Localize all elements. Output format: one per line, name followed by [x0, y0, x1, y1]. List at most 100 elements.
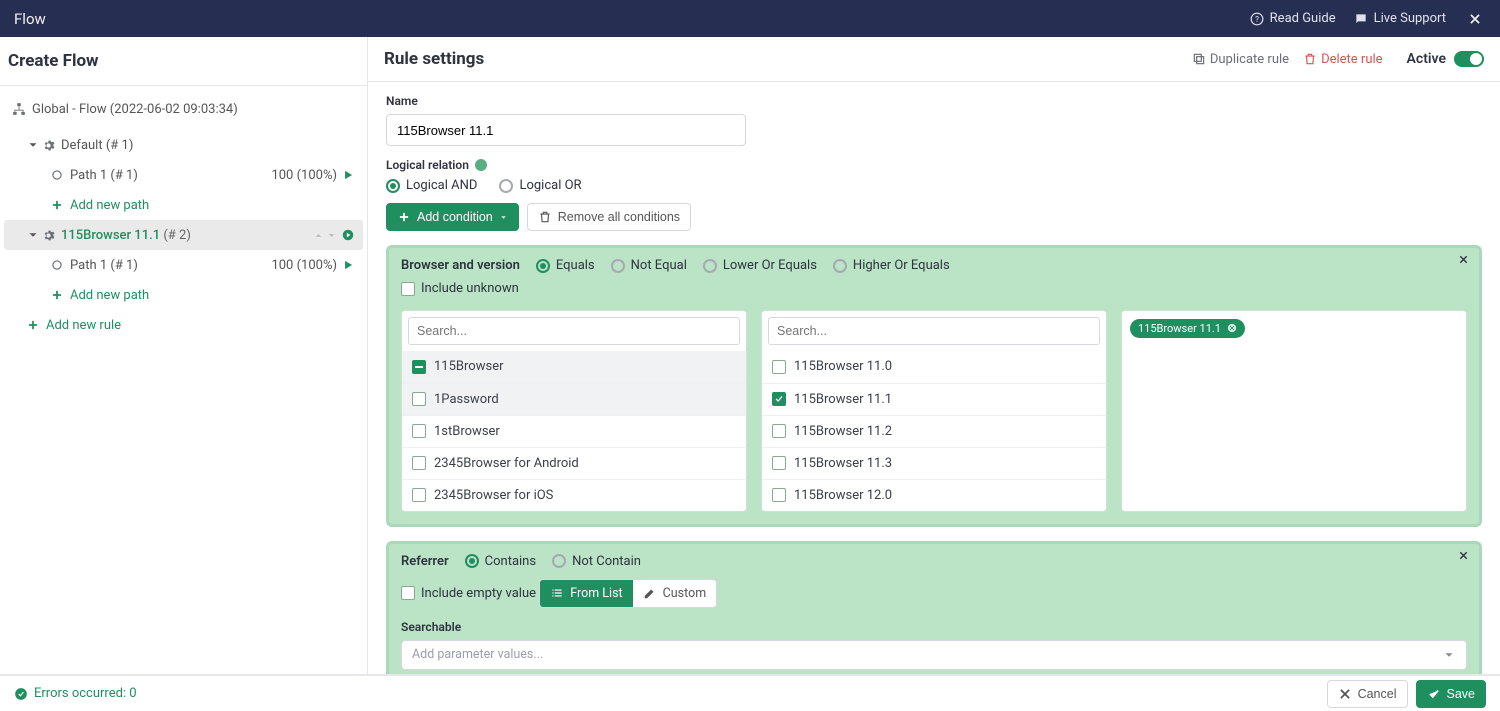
checkbox-icon [412, 488, 426, 502]
duplicate-rule-button[interactable]: Duplicate rule [1192, 52, 1289, 67]
plus-icon [50, 288, 64, 302]
save-button[interactable]: Save [1416, 680, 1487, 708]
list-item-label: 2345Browser for Android [434, 456, 579, 471]
condition-remove-button[interactable] [1458, 550, 1469, 565]
list-item-label: 115Browser [434, 359, 504, 374]
include-empty-checkbox[interactable]: Include empty value [401, 586, 536, 601]
custom-tab[interactable]: Custom [633, 580, 717, 607]
chat-icon [1354, 12, 1368, 26]
op-equals[interactable]: Equals [536, 258, 595, 273]
sidebar-path[interactable]: Path 1 (# 1) 100 (100%) [4, 250, 363, 280]
list-item-label: 115Browser 11.2 [794, 424, 892, 439]
parameter-values-dropdown[interactable]: Add parameter values... [401, 640, 1467, 670]
check-icon [1427, 687, 1441, 701]
sidebar-root[interactable]: Global - Flow (2022-06-02 09:03:34) [4, 94, 363, 124]
delete-rule-button[interactable]: Delete rule [1303, 52, 1382, 67]
include-unknown-checkbox[interactable]: Include unknown [401, 281, 519, 296]
list-item-label: 1stBrowser [434, 424, 500, 439]
cancel-label: Cancel [1358, 687, 1397, 701]
logic-or-radio[interactable]: Logical OR [499, 178, 581, 193]
list-item[interactable]: 2345Browser for iOS [402, 479, 746, 511]
radio-icon [465, 554, 479, 568]
logic-label: Logical relation [386, 158, 469, 172]
gear-icon[interactable] [42, 229, 55, 242]
plus-icon [50, 198, 64, 212]
search-input[interactable] [768, 317, 1100, 345]
op-not-equal[interactable]: Not Equal [611, 258, 687, 273]
add-condition-label: Add condition [417, 210, 493, 224]
search-input[interactable] [408, 317, 740, 345]
remove-all-label: Remove all conditions [558, 210, 680, 224]
sidebar: Create Flow Global - Flow (2022-06-02 09… [0, 37, 368, 674]
op-contains[interactable]: Contains [465, 554, 536, 569]
close-icon [1458, 254, 1469, 265]
list-item[interactable]: 115Browser 11.1 [762, 383, 1106, 415]
sidebar-add-path[interactable]: Add new path [4, 190, 363, 220]
list-item-label: 115Browser 11.0 [794, 359, 892, 374]
chip-remove-icon[interactable] [1227, 323, 1237, 333]
play-circle-icon[interactable] [341, 228, 355, 242]
list-item-label: 115Browser 11.3 [794, 456, 892, 471]
rule-name-input[interactable] [386, 114, 746, 146]
op-lower-equals[interactable]: Lower Or Equals [703, 258, 817, 273]
remove-all-button[interactable]: Remove all conditions [527, 203, 691, 231]
sidebar-add-rule[interactable]: Add new rule [4, 310, 363, 340]
read-guide-label: Read Guide [1270, 11, 1336, 26]
list-item[interactable]: 115Browser 11.0 [762, 351, 1106, 383]
checkbox-icon [412, 360, 426, 374]
sidebar-rule-selected[interactable]: 115Browser 11.1 (# 2) [4, 220, 363, 250]
radio-icon [703, 259, 717, 273]
radio-icon [611, 259, 625, 273]
active-label: Active [1407, 51, 1446, 67]
path-label: Path 1 (# 1) [70, 168, 138, 183]
list-item[interactable]: 1stBrowser [402, 415, 746, 447]
list-item[interactable]: 115Browser 12.0 [762, 479, 1106, 511]
errors-label: Errors occurred: 0 [34, 686, 137, 701]
topbar-title: Flow [14, 10, 46, 28]
play-icon[interactable] [341, 258, 355, 272]
list-icon [550, 586, 564, 600]
sidebar-path[interactable]: Path 1 (# 1) 100 (100%) [4, 160, 363, 190]
path-label: Path 1 (# 1) [70, 258, 138, 273]
op-not-contain[interactable]: Not Contain [552, 554, 641, 569]
chevron-down-icon [499, 213, 508, 222]
save-label: Save [1447, 687, 1476, 701]
chevron-down-icon [26, 138, 40, 152]
live-support-link[interactable]: Live Support [1354, 11, 1446, 26]
live-support-label: Live Support [1374, 11, 1446, 26]
sidebar-rule-default[interactable]: Default (# 1) [4, 130, 363, 160]
chip-label: 115Browser 11.1 [1138, 322, 1221, 335]
reorder-icons[interactable] [313, 230, 337, 241]
help-icon[interactable] [475, 159, 487, 171]
close-icon [1468, 12, 1482, 26]
condition-remove-button[interactable] [1458, 254, 1469, 269]
op-higher-equals[interactable]: Higher Or Equals [833, 258, 950, 273]
list-item[interactable]: 115Browser 11.2 [762, 415, 1106, 447]
sidebar-add-path[interactable]: Add new path [4, 280, 363, 310]
logic-and-radio[interactable]: Logical AND [386, 178, 477, 193]
list-item[interactable]: 2345Browser for Android [402, 447, 746, 479]
list-item[interactable]: 115Browser [402, 351, 746, 383]
from-list-tab[interactable]: From List [540, 580, 632, 607]
active-toggle[interactable] [1454, 51, 1484, 67]
browser-version-column: 115Browser 11.0 115Browser 11.1 115Browser… [761, 310, 1107, 512]
checkbox-icon [401, 586, 415, 600]
checkbox-icon [401, 282, 415, 296]
close-button[interactable] [1464, 8, 1486, 30]
browser-family-column: 115Browser 1Password 1stBrowser 2345Browser… [401, 310, 747, 512]
sidebar-root-label: Global - Flow (2022-06-02 09:03:34) [32, 102, 238, 117]
add-condition-button[interactable]: Add condition [386, 203, 519, 231]
gear-icon[interactable] [42, 139, 55, 152]
play-icon[interactable] [341, 168, 355, 182]
selected-chip[interactable]: 115Browser 11.1 [1130, 319, 1245, 338]
rule-name: 115Browser 11.1 [61, 228, 160, 243]
read-guide-link[interactable]: ? Read Guide [1250, 11, 1336, 26]
copy-icon [1192, 52, 1206, 66]
list-item[interactable]: 1Password [402, 383, 746, 415]
cancel-button[interactable]: Cancel [1327, 680, 1408, 708]
list-item[interactable]: 115Browser 11.3 [762, 447, 1106, 479]
trash-icon [538, 210, 552, 224]
chevron-up-icon [313, 230, 324, 241]
add-rule-label: Add new rule [46, 318, 121, 333]
condition-referrer: Referrer Contains Not Contain Include em… [386, 541, 1482, 675]
